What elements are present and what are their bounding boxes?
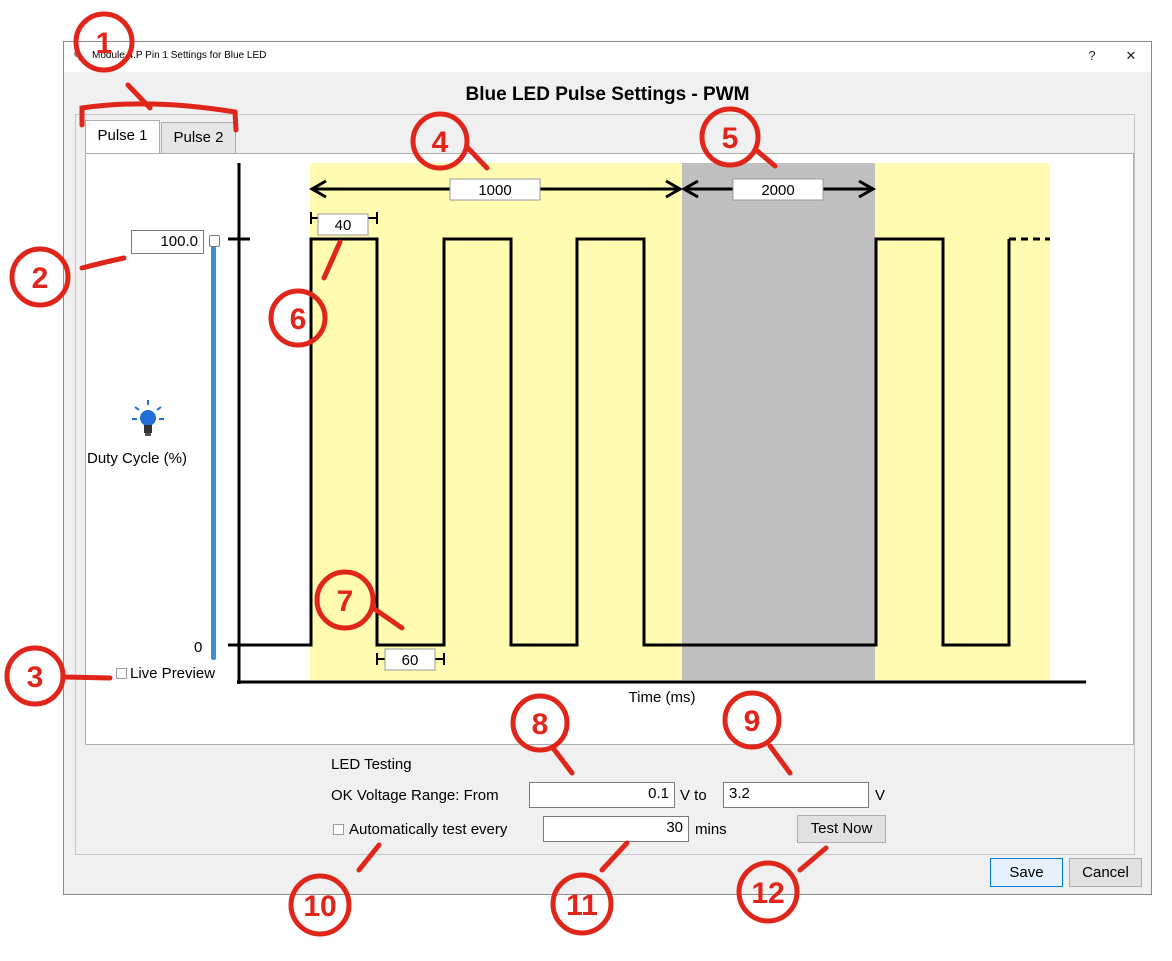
voltage-from-field[interactable]: 0.1 bbox=[529, 782, 675, 808]
tab-pulse-2[interactable]: Pulse 2 bbox=[161, 122, 236, 154]
voltage-unit-label: V bbox=[875, 787, 886, 804]
settings-dialog: Module 4.P Pin 1 Settings for Blue LED ?… bbox=[63, 41, 1152, 895]
annotation-2-circle bbox=[9, 246, 71, 308]
annotation-2: 2 bbox=[32, 262, 49, 295]
duty-slider-handle[interactable] bbox=[209, 235, 220, 247]
duty-max-field[interactable]: 100.0 bbox=[131, 230, 204, 254]
window-title: Module 4.P Pin 1 Settings for Blue LED bbox=[92, 50, 267, 61]
live-preview-label[interactable]: Live Preview bbox=[130, 665, 215, 682]
duty-cycle-label: Duty Cycle (%) bbox=[87, 450, 188, 467]
voltage-to-field[interactable]: 3.2 bbox=[723, 782, 869, 808]
save-button[interactable]: Save bbox=[990, 858, 1063, 887]
interval-unit-label: mins bbox=[695, 821, 727, 838]
lightbulb-icon bbox=[132, 400, 164, 436]
annotation-3-circle bbox=[4, 645, 66, 707]
pulse-tab-pane bbox=[85, 153, 1134, 745]
help-button[interactable]: ? bbox=[1081, 46, 1103, 66]
voltage-range-label: OK Voltage Range: From bbox=[331, 787, 499, 804]
live-preview-checkbox[interactable] bbox=[116, 668, 127, 679]
auto-test-checkbox[interactable] bbox=[333, 824, 344, 835]
led-testing-title: LED Testing bbox=[331, 756, 412, 773]
annotation-3: 3 bbox=[27, 661, 44, 694]
cancel-button[interactable]: Cancel bbox=[1069, 858, 1142, 887]
dialog-heading: Blue LED Pulse Settings - PWM bbox=[465, 84, 750, 105]
title-bar: Module 4.P Pin 1 Settings for Blue LED ?… bbox=[64, 42, 1151, 72]
test-interval-field[interactable]: 30 bbox=[543, 816, 689, 842]
voltage-to-label: V to bbox=[680, 787, 707, 804]
tab-pulse-1[interactable]: Pulse 1 bbox=[85, 120, 160, 154]
auto-test-label[interactable]: Automatically test every bbox=[349, 821, 507, 838]
app-icon bbox=[74, 51, 84, 61]
close-button[interactable]: ✕ bbox=[1120, 46, 1142, 66]
duty-min-label: 0 bbox=[194, 639, 203, 656]
duty-slider-track[interactable] bbox=[211, 246, 216, 660]
test-now-button[interactable]: Test Now bbox=[797, 815, 886, 843]
